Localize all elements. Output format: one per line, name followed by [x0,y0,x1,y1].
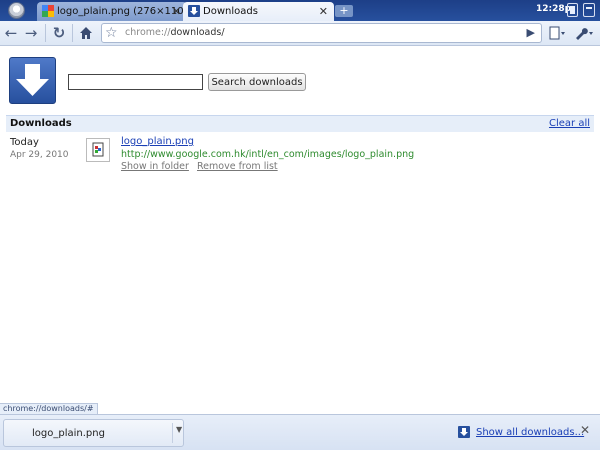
home-icon[interactable] [76,23,96,43]
wrench-menu-icon[interactable] [572,23,596,43]
toolbar-divider [72,24,73,42]
close-icon[interactable]: ✕ [580,423,590,437]
clear-all-link[interactable]: Clear all [549,118,590,129]
network-icon [583,3,595,17]
url-text: chrome://downloads/ [125,27,225,38]
back-arrow-icon[interactable]: ← [1,23,21,43]
date-label: Today [10,137,39,148]
download-item-button[interactable]: logo_plain.png ▼ [3,419,184,447]
bookmark-star-icon[interactable]: ☆ [105,24,118,42]
tab-downloads[interactable]: Downloads ✕ [183,2,334,21]
clock: 12:28p [536,4,572,14]
file-icon [86,138,110,162]
show-in-folder-link[interactable]: Show in folder [121,161,189,172]
chrome-menu-orb-icon[interactable] [8,2,25,19]
toolbar: ← → ↻ ☆ chrome://downloads/ ▶ [0,21,600,46]
show-all-downloads-link[interactable]: Show all downloads... [476,427,584,438]
reload-icon[interactable]: ↻ [49,23,69,43]
battery-icon [567,3,578,17]
file-url-link[interactable]: http://www.google.com.hk/intl/en_com/ima… [121,149,414,160]
date-value: Apr 29, 2010 [10,150,69,160]
download-shelf: logo_plain.png ▼ Show all downloads... ✕ [0,414,600,450]
tab-logo-plain[interactable]: logo_plain.png (276×110) ✕ [37,2,187,21]
downloads-logo-icon [9,57,56,104]
remove-from-list-link[interactable]: Remove from list [197,161,278,172]
downloads-title: Downloads [10,118,72,129]
new-tab-button[interactable]: + [335,5,353,17]
page-menu-icon[interactable] [546,23,568,43]
download-item-divider [172,423,173,443]
tab-close-icon[interactable]: ✕ [319,2,328,21]
tab-title: Downloads [203,6,258,17]
tab-title: logo_plain.png (276×110) [57,6,187,17]
forward-arrow-icon[interactable]: → [21,23,41,43]
download-item-name: logo_plain.png [32,428,105,439]
status-bubble: chrome://downloads/# [0,403,98,414]
omnibox[interactable]: ☆ chrome://downloads/ ▶ [101,23,542,43]
tab-strip: logo_plain.png (276×110) ✕ Downloads ✕ +… [0,0,600,21]
downloads-header: Downloads Clear all [6,115,594,132]
go-arrow-icon[interactable]: ▶ [527,24,535,42]
search-downloads-button[interactable]: Search downloads [208,73,306,91]
chevron-down-icon[interactable]: ▼ [176,425,182,434]
search-input[interactable] [68,74,203,90]
google-favicon-icon [42,5,54,17]
toolbar-divider [45,24,46,42]
download-icon [458,426,470,438]
file-name-link[interactable]: logo_plain.png [121,136,194,147]
download-favicon-icon [188,5,200,17]
tab-close-icon[interactable]: ✕ [172,2,181,21]
